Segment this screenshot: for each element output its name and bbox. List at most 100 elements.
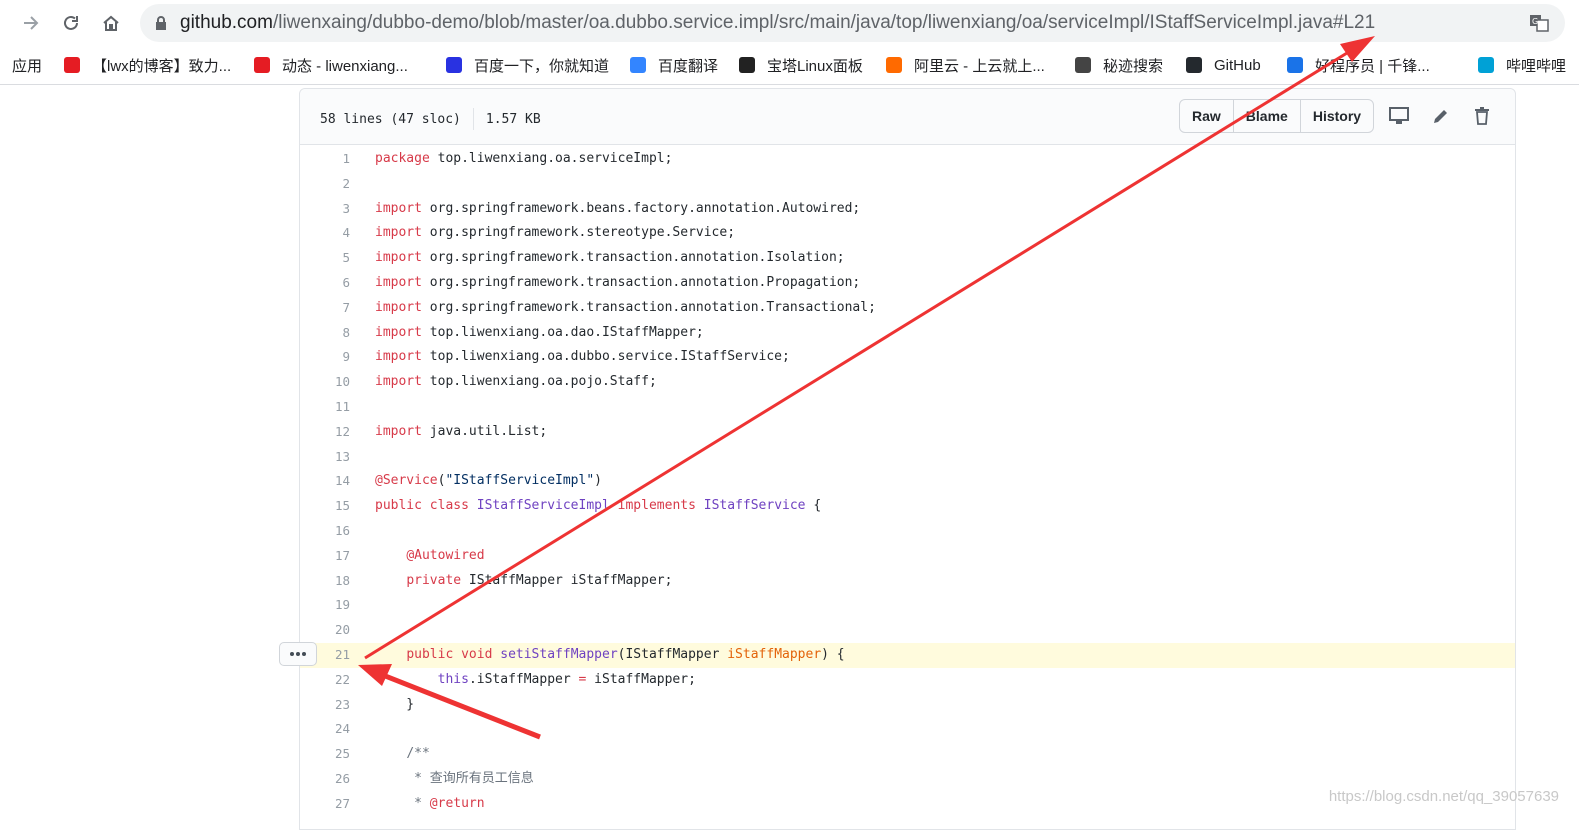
line-number[interactable]: 20: [300, 618, 350, 643]
line-content: import org.springframework.beans.factory…: [375, 200, 861, 216]
code-line: 15 public class IStaffServiceImpl impleme…: [300, 494, 1515, 519]
line-number[interactable]: 14: [300, 469, 350, 494]
line-content: import top.liwenxiang.oa.pojo.Staff;: [375, 374, 657, 390]
divider: [472, 108, 474, 130]
line-number[interactable]: 4: [300, 221, 350, 246]
desktop-icon[interactable]: [1388, 105, 1410, 127]
pencil-icon[interactable]: [1430, 105, 1452, 127]
line-number[interactable]: 15: [300, 494, 350, 519]
arrow-right-icon: [24, 16, 39, 30]
code-line: 9 import top.liwenxiang.oa.dubbo.service.…: [300, 345, 1515, 370]
line-options-button[interactable]: [279, 642, 317, 666]
line-number[interactable]: 8: [300, 321, 350, 346]
file-info: 58 lines (47 sloc) 1.57 KB: [320, 108, 541, 130]
bookmark-6[interactable]: 阿里云 - 上云就上...: [884, 54, 1045, 76]
translate-icon[interactable]: G: [1529, 14, 1549, 32]
reload-button[interactable]: [56, 8, 86, 38]
home-icon: [103, 15, 119, 31]
code-line: 1 package top.liwenxiang.oa.serviceImpl;: [300, 147, 1515, 172]
line-number[interactable]: 22: [300, 668, 350, 693]
line-number[interactable]: 5: [300, 246, 350, 271]
file-actions: Raw Blame History: [1179, 99, 1375, 133]
line-number[interactable]: 16: [300, 519, 350, 544]
line-number[interactable]: 6: [300, 271, 350, 296]
address-bar[interactable]: github.com/liwenxaing/dubbo-demo/blob/ma…: [140, 4, 1565, 42]
code-line: 5 import org.springframework.transaction.…: [300, 246, 1515, 271]
code-line: 10 import top.liwenxiang.oa.pojo.Staff;: [300, 370, 1515, 395]
bilibili-icon: [1476, 55, 1496, 75]
line-content: }: [375, 696, 415, 712]
line-number[interactable]: 25: [300, 742, 350, 767]
q-icon: [1285, 55, 1305, 75]
line-content: public class IStaffServiceImpl implement…: [375, 498, 822, 514]
code-line: 3 import org.springframework.beans.factor…: [300, 197, 1515, 222]
bookmark-0[interactable]: 应用: [12, 54, 42, 76]
moon-icon: [1073, 55, 1093, 75]
bookmark-1[interactable]: 【lwx的博客】致力...: [62, 54, 231, 76]
line-number[interactable]: 24: [300, 717, 350, 742]
forward-button[interactable]: [16, 8, 46, 38]
blame-button[interactable]: Blame: [1234, 100, 1301, 132]
file-box: 58 lines (47 sloc) 1.57 KB Raw Blame His…: [299, 88, 1516, 830]
g-icon: [252, 55, 272, 75]
line-number[interactable]: 11: [300, 395, 350, 420]
line-content: private IStaffMapper iStaffMapper;: [406, 572, 673, 588]
ellipsis-icon: [290, 652, 306, 656]
code-line: 17 @Autowired: [300, 544, 1515, 569]
line-number[interactable]: 1: [300, 147, 350, 172]
code-line: 23 }: [300, 693, 1515, 718]
bookmark-10[interactable]: 哔哩哔哩: [1476, 54, 1566, 76]
browser-toolbar: github.com/liwenxaing/dubbo-demo/blob/ma…: [0, 0, 1579, 46]
line-content: import org.springframework.transaction.a…: [375, 274, 861, 290]
line-number[interactable]: 13: [300, 445, 350, 470]
code-line: 12 import java.util.List;: [300, 420, 1515, 445]
bookmark-7[interactable]: 秘迹搜索: [1073, 54, 1163, 76]
code-line: 8 import top.liwenxiang.oa.dao.IStaffMapp…: [300, 321, 1515, 346]
csdn-icon: [62, 55, 82, 75]
code-line: 13: [300, 445, 1515, 470]
line-number[interactable]: 9: [300, 345, 350, 370]
line-number[interactable]: 26: [300, 767, 350, 792]
file-header: 58 lines (47 sloc) 1.57 KB Raw Blame His…: [300, 89, 1515, 145]
file-size: 1.57 KB: [485, 111, 541, 127]
home-button[interactable]: [96, 8, 126, 38]
line-number[interactable]: 19: [300, 593, 350, 618]
line-content: public void setiStaffMapper(IStaffMapper…: [406, 646, 845, 662]
line-number[interactable]: 2: [300, 172, 350, 197]
line-content: package top.liwenxiang.oa.serviceImpl;: [375, 151, 673, 166]
code-line: 14 @Service("IStaffServiceImpl"): [300, 469, 1515, 494]
line-number[interactable]: 3: [300, 197, 350, 222]
raw-button[interactable]: Raw: [1180, 100, 1234, 132]
line-content: import org.springframework.transaction.a…: [375, 299, 876, 315]
code-line: 4 import org.springframework.stereotype.S…: [300, 221, 1515, 246]
bookmark-5[interactable]: 宝塔Linux面板: [737, 54, 863, 76]
bookmark-3[interactable]: 百度一下，你就知道: [444, 54, 609, 76]
line-content: /**: [406, 746, 430, 762]
bookmark-label: 百度翻译: [658, 57, 719, 75]
bookmark-label: 宝塔Linux面板: [767, 57, 863, 75]
bookmark-4[interactable]: 百度翻译: [628, 54, 718, 76]
line-content: @Service("IStaffServiceImpl"): [375, 473, 602, 489]
code-line: 24: [300, 717, 1515, 742]
bookmark-label: 百度一下，你就知道: [474, 57, 610, 75]
line-number[interactable]: 12: [300, 420, 350, 445]
line-number[interactable]: 10: [300, 370, 350, 395]
trash-icon[interactable]: [1471, 105, 1493, 127]
code-line: 21 public void setiStaffMapper(IStaffMap…: [300, 642, 1515, 668]
bookmark-label: 动态 - liwenxiang...: [282, 57, 408, 75]
bookmark-label: 秘迹搜索: [1103, 57, 1164, 75]
bookmark-9[interactable]: 好程序员 | 千锋...: [1285, 54, 1430, 76]
history-button[interactable]: History: [1301, 100, 1373, 132]
bookmark-8[interactable]: GitHub: [1184, 54, 1261, 76]
line-number[interactable]: 17: [300, 544, 350, 569]
file-lines-info: 58 lines (47 sloc): [320, 111, 461, 127]
code-line: 6 import org.springframework.transaction.…: [300, 271, 1515, 296]
line-number[interactable]: 23: [300, 693, 350, 718]
line-content: import top.liwenxiang.oa.dao.IStaffMappe…: [375, 324, 704, 340]
bookmark-2[interactable]: 动态 - liwenxiang...: [252, 54, 408, 76]
url-text: github.com/liwenxaing/dubbo-demo/blob/ma…: [180, 12, 1376, 33]
line-content: * 查询所有员工信息: [375, 770, 534, 786]
code-view: 1 package top.liwenxiang.oa.serviceImpl; 2…: [300, 147, 1515, 817]
line-number[interactable]: 7: [300, 296, 350, 321]
line-number[interactable]: 18: [300, 569, 350, 594]
